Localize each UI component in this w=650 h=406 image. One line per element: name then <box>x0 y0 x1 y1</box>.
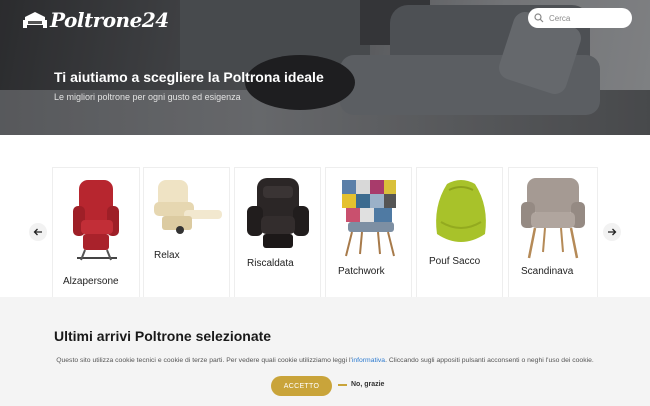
category-label: Patchwork <box>338 266 385 277</box>
cookie-policy-link[interactable]: informativa <box>352 357 385 364</box>
cookie-accept-button[interactable]: ACCETTO <box>271 376 332 396</box>
category-card-scandinava[interactable]: Scandinava <box>508 167 598 297</box>
category-image-patchwork <box>342 180 396 257</box>
search-box[interactable] <box>528 8 632 28</box>
category-label: Relax <box>154 250 180 261</box>
category-image-pouf-sacco <box>436 180 486 242</box>
category-image-scandinava <box>521 178 585 259</box>
search-icon <box>534 13 544 23</box>
cookie-banner-text: Questo sito utilizza cookie tecnici e co… <box>0 357 650 364</box>
content-section: Ultimi arrivi Poltrone selezionate Quest… <box>0 297 650 406</box>
category-label: Pouf Sacco <box>429 256 481 267</box>
category-label: Scandinava <box>521 266 574 277</box>
refuse-dash <box>338 383 347 386</box>
arrow-right-icon <box>608 228 617 236</box>
category-card-alzapersone[interactable]: Alzapersone <box>52 167 140 297</box>
search-input[interactable] <box>549 13 629 23</box>
hero-subtitle: Le migliori poltrone per ogni gusto ed e… <box>54 92 241 102</box>
category-card-riscaldata[interactable]: Riscaldata <box>234 167 321 297</box>
sofa-icon <box>23 12 47 28</box>
arrow-left-icon <box>33 228 42 236</box>
cookie-text-before: Questo sito utilizza cookie tecnici e co… <box>56 357 352 364</box>
site-logo[interactable]: Poltrone24 <box>22 8 169 32</box>
carousel-next-button[interactable] <box>603 223 621 241</box>
hero-title: Ti aiutiamo a scegliere la Poltrona idea… <box>54 69 324 85</box>
cookie-refuse-label: No, grazie <box>351 381 385 388</box>
category-label: Alzapersone <box>63 276 119 287</box>
section-title: Ultimi arrivi Poltrone selezionate <box>54 328 272 344</box>
category-image-alzapersone <box>73 180 119 261</box>
carousel-prev-button[interactable] <box>29 223 47 241</box>
hero-banner: Poltrone24 Ti aiutiamo a scegliere la Po… <box>0 0 650 135</box>
category-image-riscaldata <box>247 178 309 248</box>
category-label: Riscaldata <box>247 258 294 269</box>
logo-text: Poltrone24 <box>50 8 169 32</box>
cookie-refuse-button[interactable]: No, grazie <box>338 381 384 388</box>
cookie-text-after: . Cliccando sugli appositi pulsanti acco… <box>385 357 594 364</box>
category-card-pouf-sacco[interactable]: Pouf Sacco <box>416 167 503 297</box>
category-card-patchwork[interactable]: Patchwork <box>325 167 412 297</box>
category-card-relax[interactable]: Relax <box>143 167 230 297</box>
category-image-relax <box>154 180 222 234</box>
category-carousel: Alzapersone Relax Riscaldata Patchwork P… <box>0 135 650 297</box>
